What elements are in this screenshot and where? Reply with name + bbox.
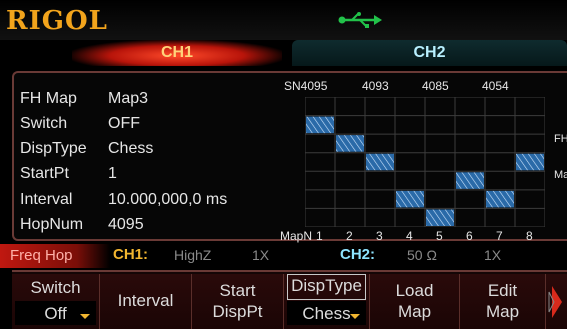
side-label-fh: FH [554,133,567,145]
tab-ch2[interactable]: CH2 [292,40,567,66]
sn-value: 4093 [362,79,389,93]
sn-value: 4085 [422,79,449,93]
param-label-hopnum: HopNum [20,216,84,233]
interval-softkey-label: Interval [117,291,174,310]
param-value-startpt: 1 [108,165,117,182]
softkey-bar: Switch Off Interval Start DispPt DispTyp… [12,270,567,329]
hop-map-cell [336,135,364,152]
side-label-map: Map [554,169,567,181]
disptype-softkey[interactable]: DispType Chess [284,274,370,329]
mapn-value: 1 [316,229,323,243]
load-map-line1: Load [395,281,434,300]
status-bar: Freq Hop CH1: HighZ 1X CH2: 50 Ω 1X [0,243,567,269]
switch-softkey[interactable]: Switch Off [12,274,100,329]
ch1-impedance: HighZ [174,247,212,263]
dropdown-arrow-icon [80,314,90,319]
edit-map-softkey[interactable]: Edit Map [460,274,546,329]
hop-map-cell [516,153,544,171]
start-disppt-softkey[interactable]: Start DispPt [192,274,284,329]
load-map-softkey[interactable]: Load Map [370,274,460,329]
switch-softkey-label: Switch [30,278,81,297]
hop-map-cell [456,172,484,189]
next-page-arrow-icon [548,286,562,318]
mapn-value: 4 [406,229,413,243]
ch2-scale: 1X [484,247,502,263]
edit-map-line2: Map [485,302,520,321]
mapn-label: MapN [280,229,313,243]
param-label-switch: Switch [20,115,68,132]
param-value-fh-map: Map3 [108,90,149,107]
mapn-value: 3 [376,229,383,243]
param-label-startpt: StartPt [20,165,69,182]
hop-map-cell [306,116,334,134]
sn-label: SN4095 [284,79,328,93]
mapn-value: 8 [526,229,533,243]
param-value-hopnum: 4095 [108,216,144,233]
sn-value: 4054 [482,79,509,93]
mapn-value: 7 [496,229,503,243]
freq-hop-panel: FH Map Map3 Switch OFF DispType Chess St… [12,71,567,243]
param-label-fh-map: FH Map [20,90,77,107]
edit-map-line1: Edit [487,281,518,300]
dropdown-arrow-icon [350,314,360,319]
hop-map-grid [304,96,546,228]
hop-map-cell [396,190,424,208]
param-label-disptype: DispType [20,140,87,157]
mode-label: Freq Hop [0,244,110,268]
channel-tabs: CH1 CH2 [12,40,567,68]
mapn-value: 2 [346,229,353,243]
param-value-interval: 10.000,000,0 ms [108,191,228,208]
hop-map-cell [486,190,514,208]
disptype-softkey-label: DispType [291,276,362,295]
tab-ch1[interactable]: CH1 [72,40,282,66]
ch2-impedance: 50 Ω [407,247,437,263]
hop-map-cell [426,209,454,226]
instrument-screen: RIGOL CH1 CH2 FH Map Map3 Switch OFF Dis… [0,0,567,329]
param-value-disptype: Chess [108,140,154,157]
param-label-interval: Interval [20,191,73,208]
usb-icon [338,12,382,33]
ch2-status-label: CH2: [340,246,376,263]
ch1-scale: 1X [252,247,270,263]
ch1-status-label: CH1: [113,246,149,263]
mapn-value: 6 [466,229,473,243]
top-bar: RIGOL [0,0,567,40]
start-disppt-line1: Start [219,281,256,300]
brand-logo: RIGOL [6,6,108,36]
load-map-line2: Map [397,302,432,321]
hop-map-cell [366,153,394,171]
interval-softkey[interactable]: Interval [100,274,192,329]
mapn-value: 5 [436,229,443,243]
start-disppt-line2: DispPt [212,302,263,321]
next-page-softkey[interactable] [546,274,567,329]
param-value-switch: OFF [108,115,140,132]
